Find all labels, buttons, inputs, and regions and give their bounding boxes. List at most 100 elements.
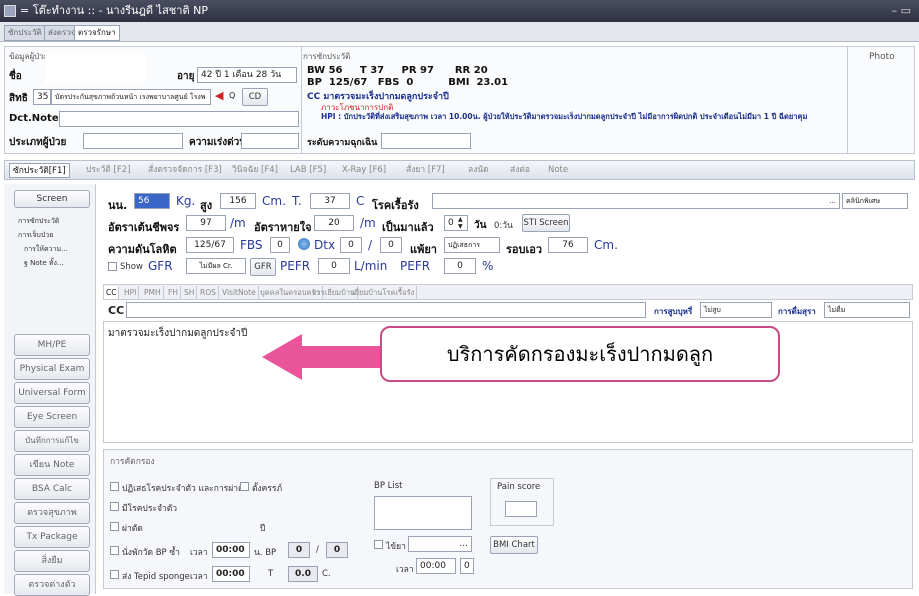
tepid-temp[interactable]: 0.0 bbox=[288, 566, 318, 582]
recheck-bp-checkbox[interactable] bbox=[110, 546, 119, 555]
waist-field[interactable]: 76 bbox=[548, 237, 588, 253]
drink-select[interactable]: ไม่ดื่ม bbox=[824, 302, 910, 318]
waist-label: รอบเอว bbox=[506, 243, 543, 256]
gfr-button[interactable]: GFR bbox=[250, 258, 276, 276]
universal-form-button[interactable]: Universal Form bbox=[14, 382, 90, 404]
fever-count[interactable]: 0 bbox=[460, 558, 474, 574]
tab-order-f3[interactable]: สั่งตรวจจัดการ [F3] bbox=[145, 163, 225, 178]
cd-button[interactable]: CD bbox=[242, 88, 268, 106]
cc-field[interactable] bbox=[126, 302, 646, 318]
urgency-field[interactable] bbox=[241, 133, 299, 149]
divider bbox=[847, 47, 848, 153]
top-tab-strip: ซักประวัติ ส่งตรวจ ตรวจรักษา bbox=[0, 22, 919, 42]
bp-sys[interactable]: 0 bbox=[288, 542, 310, 558]
arrow-left-icon[interactable]: ◀ bbox=[215, 89, 223, 102]
smoke-select[interactable]: ไม่สูบ bbox=[700, 302, 772, 318]
tab-exam[interactable]: ตรวจรักษา bbox=[74, 25, 120, 41]
tab-ros[interactable]: ROS bbox=[198, 286, 219, 299]
tab-diag-f4[interactable]: วินิจฉัย [F4] bbox=[229, 163, 281, 178]
ptype-field[interactable] bbox=[83, 133, 183, 149]
level-field[interactable] bbox=[381, 133, 471, 149]
show-gfr-checkbox[interactable] bbox=[108, 262, 117, 271]
no-disease-checkbox[interactable] bbox=[110, 482, 119, 491]
pregnant-label: ตั้งครรภ์ bbox=[252, 484, 283, 494]
surgery-checkbox[interactable] bbox=[110, 522, 119, 531]
tab-history[interactable]: ซักประวัติ bbox=[4, 25, 46, 41]
bp-list-box[interactable] bbox=[374, 496, 472, 530]
onset-field[interactable]: 0 bbox=[444, 215, 468, 231]
dtx-field[interactable]: 0 bbox=[340, 237, 362, 253]
tab-visitnote[interactable]: VisitNote bbox=[220, 286, 259, 299]
tab-xray-f6[interactable]: X-Ray [F6] bbox=[339, 163, 389, 178]
pefr-field[interactable]: 0 bbox=[318, 258, 350, 274]
fbs-field[interactable]: 0 bbox=[270, 237, 290, 253]
tab-chronic-visit[interactable]: เยี่ยมบ้านโรคเรื้อรัง bbox=[350, 286, 418, 299]
save-edit-button[interactable]: บันทึกการแก้ไข bbox=[14, 430, 90, 452]
special-clinic-select[interactable]: คลินิกพิเศษ bbox=[842, 193, 908, 209]
tab-pmh[interactable]: PMH bbox=[142, 286, 164, 299]
pregnant-checkbox[interactable] bbox=[240, 482, 249, 491]
bsa-calc-button[interactable]: BSA Calc bbox=[14, 478, 90, 500]
tepid-time[interactable]: 00:00 bbox=[212, 566, 250, 582]
tx-package-button[interactable]: Tx Package bbox=[14, 526, 90, 548]
left-panel: Screen การซักประวัติ การเจ็บป่วย การให้ค… bbox=[4, 184, 96, 596]
dct-field[interactable] bbox=[59, 111, 299, 127]
fever-checkbox[interactable] bbox=[374, 540, 383, 549]
allergy-select[interactable]: ปฏิเสธการ bbox=[444, 237, 500, 253]
right-field[interactable]: บัตรประกันสุขภาพถ้วนหน้า เรงพยาบาลศูนย์ … bbox=[51, 89, 211, 105]
temp-field[interactable]: 37 bbox=[310, 193, 350, 209]
tab-lab-f5[interactable]: LAB [F5] bbox=[287, 163, 329, 178]
fever-time[interactable]: 00:00 bbox=[416, 558, 456, 574]
window-controls[interactable]: – ▭ bbox=[892, 0, 911, 22]
recheck-time[interactable]: 00:00 bbox=[212, 542, 250, 558]
pain-score-field[interactable] bbox=[505, 501, 537, 517]
tab-cc[interactable]: CC bbox=[104, 286, 120, 299]
physical-exam-button[interactable]: Physical Exam bbox=[14, 358, 90, 380]
tree-item-illness[interactable]: การเจ็บป่วย bbox=[18, 230, 53, 241]
bp-dia[interactable]: 0 bbox=[326, 542, 348, 558]
urgency-label: ความเร่งด่วน bbox=[189, 137, 247, 148]
pefr2-field[interactable]: 0 bbox=[444, 258, 476, 274]
dtx-field-2[interactable]: 0 bbox=[380, 237, 402, 253]
tab-drug-f7[interactable]: สั่งยา [F7] bbox=[403, 163, 448, 178]
right-code[interactable]: 35 bbox=[33, 89, 51, 105]
fever-field[interactable]: ... bbox=[408, 536, 472, 552]
tree-item-history[interactable]: การซักประวัติ bbox=[18, 216, 59, 227]
cc-label: CC bbox=[108, 304, 125, 317]
tab-refer[interactable]: ส่งต่อ bbox=[507, 163, 533, 178]
history-label: การซักประวัติ bbox=[303, 52, 351, 61]
tree-item-advice[interactable]: การให้ความ... bbox=[24, 244, 68, 255]
borrow-button[interactable]: สิ่งยืม bbox=[14, 550, 90, 572]
tab-hpi[interactable]: HPI bbox=[122, 286, 140, 299]
weight-field[interactable]: 56 bbox=[134, 193, 170, 209]
screen-button[interactable]: Screen bbox=[14, 190, 90, 208]
chronic-field[interactable]: ... bbox=[432, 193, 840, 209]
bp-time-label: น. BP bbox=[254, 548, 277, 558]
pulse-unit: /m bbox=[230, 216, 246, 230]
cr-field[interactable]: ไม่มีผล Cr. bbox=[186, 258, 246, 274]
tepid-checkbox[interactable] bbox=[110, 570, 119, 579]
write-note-button[interactable]: เขียน Note bbox=[14, 454, 90, 476]
tab-fh[interactable]: FH bbox=[166, 286, 181, 299]
tree-item-note[interactable]: ฐ Note ทั้ง... bbox=[24, 258, 64, 269]
bp-field[interactable]: 125/67 bbox=[186, 237, 234, 253]
pulse-field[interactable]: 97 bbox=[186, 215, 226, 231]
tab-past-f2[interactable]: ประวัติ [F2] bbox=[83, 163, 133, 178]
mh-pe-button[interactable]: MH/PE bbox=[14, 334, 90, 356]
eye-screen-button[interactable]: Eye Screen bbox=[14, 406, 90, 428]
spin-icon[interactable]: ▲ ▼ bbox=[458, 216, 463, 230]
tab-sh[interactable]: SH bbox=[182, 286, 198, 299]
tab-history-f1[interactable]: ซักประวัติ[F1] bbox=[9, 163, 70, 178]
bmi-chart-button[interactable]: BMI Chart bbox=[490, 536, 538, 554]
age-field[interactable]: 42 ปี 1 เดือน 28 วัน bbox=[197, 67, 297, 83]
resp-field[interactable]: 20 bbox=[314, 215, 354, 231]
tab-note[interactable]: Note bbox=[545, 163, 571, 178]
tab-appointment[interactable]: ลงนัด bbox=[465, 163, 492, 178]
sti-screen-button[interactable]: STI Screen bbox=[522, 214, 570, 232]
has-disease-label: มีโรคประจำตัว bbox=[122, 504, 177, 514]
has-disease-checkbox[interactable] bbox=[110, 502, 119, 511]
health-check-button[interactable]: ตรวจสุขภาพ bbox=[14, 502, 90, 524]
height-field[interactable]: 156 bbox=[220, 193, 256, 209]
foreigner-button[interactable]: ตรวจต่างตัว bbox=[14, 574, 90, 596]
age-label: อายุ bbox=[177, 71, 195, 82]
